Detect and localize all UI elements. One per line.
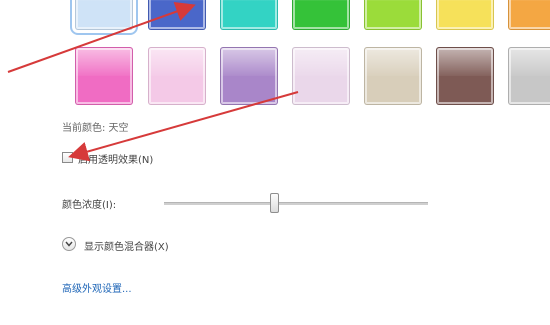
annotation-arrow-to-checkbox: [68, 91, 299, 162]
annotation-arrows: [7, 1, 299, 162]
annotation-arrow-to-swatch: [7, 1, 196, 73]
